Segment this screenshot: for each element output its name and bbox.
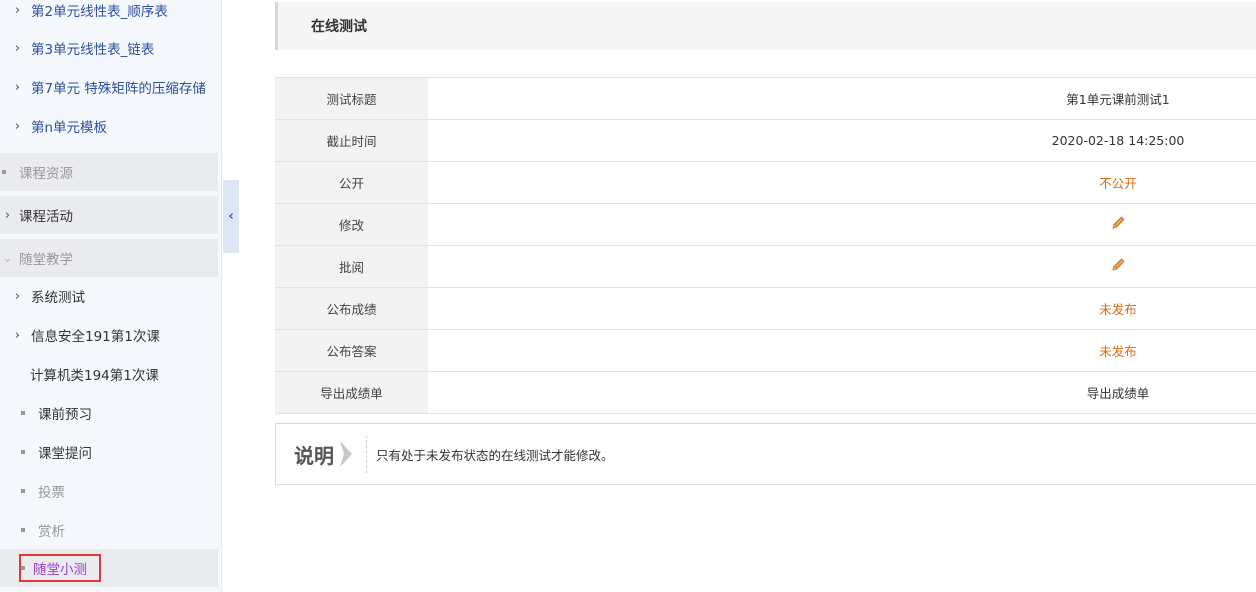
- sidebar-item-unit-7[interactable]: › 第7单元 特殊矩阵的压缩存储: [0, 68, 218, 106]
- sidebar-item-label: 计算机类194第1次课: [30, 368, 159, 384]
- sidebar-leaf-vote[interactable]: 投票: [0, 472, 218, 510]
- sidebar-leaf-label: 赏析: [38, 524, 65, 540]
- row-value-cell: [428, 204, 1256, 245]
- sidebar-item-unit-2[interactable]: › 第2单元线性表_顺序表: [0, 0, 218, 29]
- table-row-export: 导出成绩单 导出成绩单: [275, 372, 1256, 414]
- sidebar-section-activities[interactable]: › 课程活动: [0, 196, 218, 234]
- bullet-icon: [21, 450, 25, 454]
- row-value-cell: 未发布: [428, 288, 1256, 329]
- row-label: 公布答案: [275, 330, 428, 371]
- row-label: 修改: [275, 204, 428, 245]
- public-status-link[interactable]: 不公开: [1099, 173, 1137, 192]
- review-button[interactable]: [1110, 257, 1126, 276]
- sidebar-leaf-quiz[interactable]: 随堂小测: [0, 549, 218, 587]
- publish-score-link[interactable]: 未发布: [1099, 299, 1137, 318]
- sidebar-item-unit-3[interactable]: › 第3单元线性表_链表: [0, 29, 218, 67]
- sidebar-section-label: 课程资源: [19, 166, 73, 182]
- table-row-title: 测试标题 第1单元课前测试1: [275, 78, 1256, 120]
- row-label: 截止时间: [275, 120, 428, 161]
- note-text: 只有处于未发布状态的在线测试才能修改。: [376, 447, 614, 463]
- pencil-icon: [1112, 216, 1125, 229]
- sidebar: › 第2单元线性表_顺序表 › 第3单元线性表_链表 › 第7单元 特殊矩阵的压…: [0, 0, 222, 592]
- chevron-down-icon: ⌄: [2, 250, 13, 266]
- row-value-cell: 未发布: [428, 330, 1256, 371]
- deadline-value: 2020-02-18 14:25:00: [1051, 133, 1185, 148]
- chevron-right-icon: ›: [14, 79, 21, 95]
- chevron-right-icon: ›: [14, 288, 21, 304]
- app-root: › 第2单元线性表_顺序表 › 第3单元线性表_链表 › 第7单元 特殊矩阵的压…: [0, 0, 1256, 592]
- bullet-icon: [2, 170, 6, 174]
- chevron-right-icon: [340, 441, 352, 467]
- row-label: 公布成绩: [275, 288, 428, 329]
- chevron-right-icon: ›: [14, 40, 21, 56]
- sidebar-leaf-question[interactable]: 课堂提问: [0, 433, 218, 471]
- sidebar-item-security-class[interactable]: › 信息安全191第1次课: [0, 316, 218, 354]
- export-scores-link[interactable]: 导出成绩单: [1087, 383, 1150, 402]
- publish-answer-link[interactable]: 未发布: [1099, 341, 1137, 360]
- table-row-review: 批阅: [275, 246, 1256, 288]
- test-title-value: 第1单元课前测试1: [1066, 92, 1170, 107]
- sidebar-leaf-label: 课堂提问: [38, 446, 92, 462]
- table-row-publish-score: 公布成绩 未发布: [275, 288, 1256, 330]
- sidebar-leaf-preview[interactable]: 课前预习: [0, 394, 218, 432]
- sidebar-item-unit-n[interactable]: › 第n单元模板: [0, 107, 218, 145]
- sidebar-collapse-button[interactable]: ‹: [223, 180, 239, 253]
- row-value-cell: 2020-02-18 14:25:00: [428, 120, 1256, 161]
- table-row-public: 公开 不公开: [275, 162, 1256, 204]
- row-label: 导出成绩单: [275, 372, 428, 413]
- row-label: 批阅: [275, 246, 428, 287]
- sidebar-item-system-test[interactable]: › 系统测试: [0, 277, 218, 315]
- chevron-right-icon: ›: [14, 118, 21, 134]
- sidebar-item-label: 第2单元线性表_顺序表: [31, 4, 168, 20]
- sidebar-item-label: 第3单元线性表_链表: [31, 42, 155, 58]
- sidebar-item-computer-class[interactable]: 计算机类194第1次课: [0, 355, 218, 393]
- bullet-icon: [21, 528, 25, 532]
- row-label: 公开: [275, 162, 428, 203]
- row-value-cell: 不公开: [428, 162, 1256, 203]
- chevron-left-icon: ‹: [228, 209, 234, 224]
- sidebar-item-label: 系统测试: [31, 290, 85, 306]
- page-title-bar: 在线测试: [275, 2, 1256, 50]
- table-row-deadline: 截止时间 2020-02-18 14:25:00: [275, 120, 1256, 162]
- sidebar-section-label: 课程活动: [19, 209, 73, 225]
- sidebar-leaf-appreciate[interactable]: 赏析: [0, 511, 218, 549]
- chevron-right-icon: ›: [14, 2, 21, 18]
- row-value-cell: 导出成绩单: [428, 372, 1256, 413]
- bullet-icon: [21, 489, 25, 493]
- divider: [366, 435, 367, 473]
- sidebar-item-label: 信息安全191第1次课: [31, 329, 160, 345]
- sidebar-leaf-label: 投票: [38, 485, 65, 501]
- chevron-right-icon: ›: [14, 327, 21, 343]
- sidebar-item-label: 第n单元模板: [31, 120, 108, 136]
- sidebar-section-resources[interactable]: 课程资源: [0, 153, 218, 191]
- sidebar-section-label: 随堂教学: [19, 252, 73, 268]
- sidebar-leaf-label: 课前预习: [38, 407, 92, 423]
- page-title: 在线测试: [311, 19, 367, 35]
- row-value-cell: 第1单元课前测试1: [428, 78, 1256, 119]
- bullet-icon: [21, 411, 25, 415]
- chevron-right-icon: ›: [4, 207, 11, 223]
- sidebar-leaf-label-active: 随堂小测: [19, 554, 101, 582]
- note-box: 说明 只有处于未发布状态的在线测试才能修改。: [275, 423, 1256, 485]
- note-title: 说明: [294, 443, 334, 468]
- sidebar-item-label: 第7单元 特殊矩阵的压缩存储: [31, 81, 206, 97]
- pencil-icon: [1112, 258, 1125, 271]
- table-row-publish-answer: 公布答案 未发布: [275, 330, 1256, 372]
- table-row-modify: 修改: [275, 204, 1256, 246]
- row-value-cell: [428, 246, 1256, 287]
- test-detail-table: 测试标题 第1单元课前测试1 截止时间 2020-02-18 14:25:00 …: [275, 77, 1256, 414]
- modify-button[interactable]: [1110, 215, 1126, 234]
- row-label: 测试标题: [275, 78, 428, 119]
- sidebar-section-classroom[interactable]: ⌄ 随堂教学: [0, 239, 218, 277]
